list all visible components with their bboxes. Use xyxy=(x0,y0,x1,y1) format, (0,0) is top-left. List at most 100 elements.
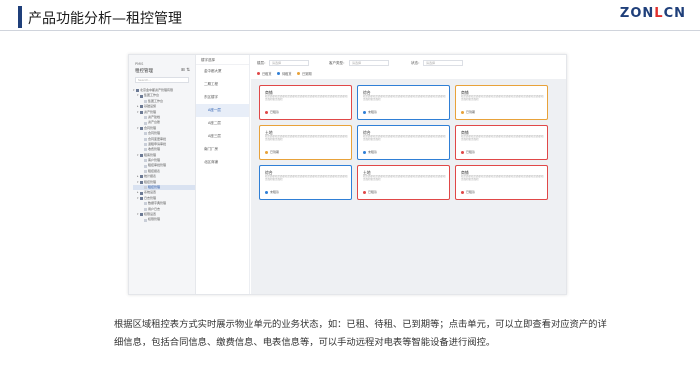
status-label: 已租赁 xyxy=(270,110,280,114)
unit-card-description: 租赁面积租赁面积租赁面积租赁面积租赁面积租赁面积租赁面积租赁面积租赁面积租赁面积 xyxy=(363,135,446,142)
sidebar-search-input[interactable]: Search... xyxy=(135,77,189,83)
unit-card[interactable]: 综合 租赁面积租赁面积租赁面积租赁面积租赁面积租赁面积租赁面积租赁面积租赁面积租赁… xyxy=(357,125,450,160)
floor-filter-label: 楼层： xyxy=(257,61,268,65)
folder-icon xyxy=(140,153,143,157)
folder-icon xyxy=(140,175,143,179)
building-item[interactable]: A座一层 xyxy=(196,104,249,117)
title-divider xyxy=(0,30,700,31)
unit-card[interactable]: 商铺 租赁面积租赁面积租赁面积租赁面积租赁面积租赁面积租赁面积租赁面积租赁面积租赁… xyxy=(455,165,548,200)
status-dot-icon xyxy=(265,110,268,114)
status-filter-select[interactable]: 请选择 xyxy=(423,60,463,66)
unit-card[interactable]: 土地 租赁面积租赁面积租赁面积租赁面积租赁面积租赁面积租赁面积租赁面积租赁面积租赁… xyxy=(357,165,450,200)
page-icon xyxy=(144,99,147,103)
nav-tree: ▾ 北京金中都资产管理有限 ▾ 集团工作台 集团工作台 ▸ 基础设施 ▾ 资产管理 资产建档 资产台… xyxy=(133,88,195,223)
legend-label: 已到期 xyxy=(302,72,312,76)
page-icon xyxy=(144,132,147,136)
app-screenshot: PMIS 租控管理 ⊞ ⇅ Search... ▾ 北京金中都资产管理有限 ▾ 集团工… xyxy=(128,54,567,295)
unit-card-description: 租赁面积租赁面积租赁面积租赁面积租赁面积租赁面积租赁面积租赁面积租赁面积租赁面积 xyxy=(363,175,446,182)
page-icon xyxy=(144,218,147,222)
sidebar-tools-icon[interactable]: ⊞ ⇅ xyxy=(181,68,190,73)
unit-card-description: 租赁面积租赁面积租赁面积租赁面积租赁面积租赁面积租赁面积租赁面积租赁面积租赁面积 xyxy=(265,95,348,102)
brand-logo: ZONLCN xyxy=(619,6,686,21)
unit-card-status: 已到期 xyxy=(265,150,279,154)
folder-icon xyxy=(136,89,139,93)
unit-card[interactable]: 商铺 租赁面积租赁面积租赁面积租赁面积租赁面积租赁面积租赁面积租赁面积租赁面积租赁… xyxy=(455,125,548,160)
building-item[interactable]: 东区楼宇 xyxy=(196,91,249,104)
filter-bar: 楼层： 请选择 客户类型： 请选择 状态： 请选择 已租赁 待租赁 已到期 xyxy=(251,55,566,79)
status-dot-icon xyxy=(363,110,366,114)
page-icon xyxy=(144,159,147,163)
status-filter-label: 状态： xyxy=(411,61,422,65)
unit-card-status: 已租赁 xyxy=(265,110,279,114)
folder-icon xyxy=(140,213,143,217)
status-label: 已租赁 xyxy=(368,190,378,194)
building-item[interactable]: A座二层 xyxy=(196,117,249,130)
unit-card[interactable]: 土地 租赁面积租赁面积租赁面积租赁面积租赁面积租赁面积租赁面积租赁面积租赁面积租赁… xyxy=(259,125,352,160)
legend-dot-icon xyxy=(277,72,280,75)
slide-caption: 根据区域租控表方式实时展示物业单元的业务状态，如：已租、待租、已到期等；点击单元… xyxy=(114,319,607,348)
unit-card-status: 已租赁 xyxy=(461,190,475,194)
status-dot-icon xyxy=(461,150,464,154)
unit-card-description: 租赁面积租赁面积租赁面积租赁面积租赁面积租赁面积租赁面积租赁面积租赁面积租赁面积 xyxy=(265,175,348,182)
page-icon xyxy=(144,143,147,147)
legend-label: 已租赁 xyxy=(262,72,272,76)
sidebar: PMIS 租控管理 ⊞ ⇅ Search... ▾ 北京金中都资产管理有限 ▾ 集团工… xyxy=(129,55,196,294)
legend-label: 待租赁 xyxy=(282,72,292,76)
status-label: 未租赁 xyxy=(270,190,280,194)
sidebar-title: 租控管理 xyxy=(135,69,153,74)
page-icon xyxy=(144,202,147,206)
customer-type-filter-label: 客户类型： xyxy=(329,61,347,65)
page-icon xyxy=(144,148,147,152)
status-dot-icon xyxy=(363,150,366,154)
legend-item: 已到期 xyxy=(297,71,312,76)
folder-icon xyxy=(140,94,143,98)
status-dot-icon xyxy=(265,190,268,194)
legend-dot-icon xyxy=(257,72,260,75)
unit-card[interactable]: 综合 租赁面积租赁面积租赁面积租赁面积租赁面积租赁面积租赁面积租赁面积租赁面积租赁… xyxy=(259,165,352,200)
app-name: PMIS xyxy=(135,62,144,66)
page-icon xyxy=(144,170,147,174)
unit-card-status: 已到期 xyxy=(461,110,475,114)
unit-card-status: 已租赁 xyxy=(461,150,475,154)
unit-card-description: 租赁面积租赁面积租赁面积租赁面积租赁面积租赁面积租赁面积租赁面积租赁面积租赁面积 xyxy=(265,135,348,142)
building-item[interactable]: 南门厂房 xyxy=(196,143,249,156)
folder-icon xyxy=(140,180,143,184)
folder-icon xyxy=(140,126,143,130)
building-item[interactable]: 北区商铺 xyxy=(196,156,249,169)
building-item[interactable]: 金中都大厦 xyxy=(196,65,249,78)
title-accent-bar xyxy=(18,6,22,28)
tree-item[interactable]: 权限管理 xyxy=(133,217,195,222)
customer-type-filter-select[interactable]: 请选择 xyxy=(349,60,389,66)
status-dot-icon xyxy=(265,150,268,154)
status-label: 已租赁 xyxy=(466,190,476,194)
folder-icon xyxy=(140,191,143,195)
unit-card[interactable]: 商铺 租赁面积租赁面积租赁面积租赁面积租赁面积租赁面积租赁面积租赁面积租赁面积租赁… xyxy=(455,85,548,120)
status-label: 已到期 xyxy=(466,110,476,114)
legend-dot-icon xyxy=(297,72,300,75)
unit-card-description: 租赁面积租赁面积租赁面积租赁面积租赁面积租赁面积租赁面积租赁面积租赁面积租赁面积 xyxy=(363,95,446,102)
status-dot-icon xyxy=(461,110,464,114)
page-icon xyxy=(144,121,147,125)
status-dot-icon xyxy=(461,190,464,194)
legend-item: 待租赁 xyxy=(277,71,292,76)
unit-card-description: 租赁面积租赁面积租赁面积租赁面积租赁面积租赁面积租赁面积租赁面积租赁面积租赁面积 xyxy=(461,135,544,142)
legend-item: 已租赁 xyxy=(257,71,272,76)
slide-title: 产品功能分析—租控管理 xyxy=(28,11,182,27)
floor-filter-select[interactable]: 请选择 xyxy=(269,60,309,66)
unit-card[interactable]: 商铺 租赁面积租赁面积租赁面积租赁面积租赁面积租赁面积租赁面积租赁面积租赁面积租赁… xyxy=(259,85,352,120)
building-item[interactable]: A座三层 xyxy=(196,130,249,143)
status-label: 已租赁 xyxy=(466,150,476,154)
building-item[interactable]: 二期工程 xyxy=(196,78,249,91)
folder-icon xyxy=(140,105,143,109)
folder-icon xyxy=(140,110,143,114)
page-icon xyxy=(144,137,147,141)
unit-card-status: 未租赁 xyxy=(265,190,279,194)
unit-card[interactable]: 综合 租赁面积租赁面积租赁面积租赁面积租赁面积租赁面积租赁面积租赁面积租赁面积租赁… xyxy=(357,85,450,120)
rent-control-panel: 楼层： 请选择 客户类型： 请选择 状态： 请选择 已租赁 待租赁 已到期 商铺 租赁… xyxy=(251,55,566,294)
building-list-header: 楼宇选择 xyxy=(196,55,249,65)
page-icon xyxy=(144,186,147,190)
status-label: 未租赁 xyxy=(368,110,378,114)
unit-card-status: 未租赁 xyxy=(363,110,377,114)
unit-card-description: 租赁面积租赁面积租赁面积租赁面积租赁面积租赁面积租赁面积租赁面积租赁面积租赁面积 xyxy=(461,175,544,182)
unit-card-status: 已租赁 xyxy=(363,190,377,194)
